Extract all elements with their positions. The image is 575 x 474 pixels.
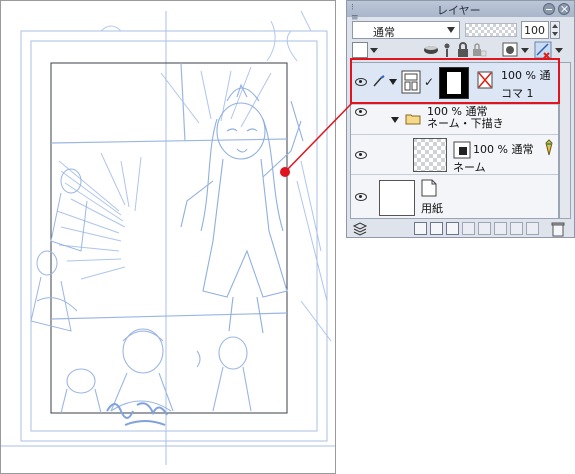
callout-dot-icon <box>280 167 290 177</box>
stage: ⁝≡ レイヤー 通常 100 ✓ 100 % 通 コマ 1 100 % 通常 ネ… <box>0 0 575 474</box>
callout-connector <box>280 102 353 177</box>
